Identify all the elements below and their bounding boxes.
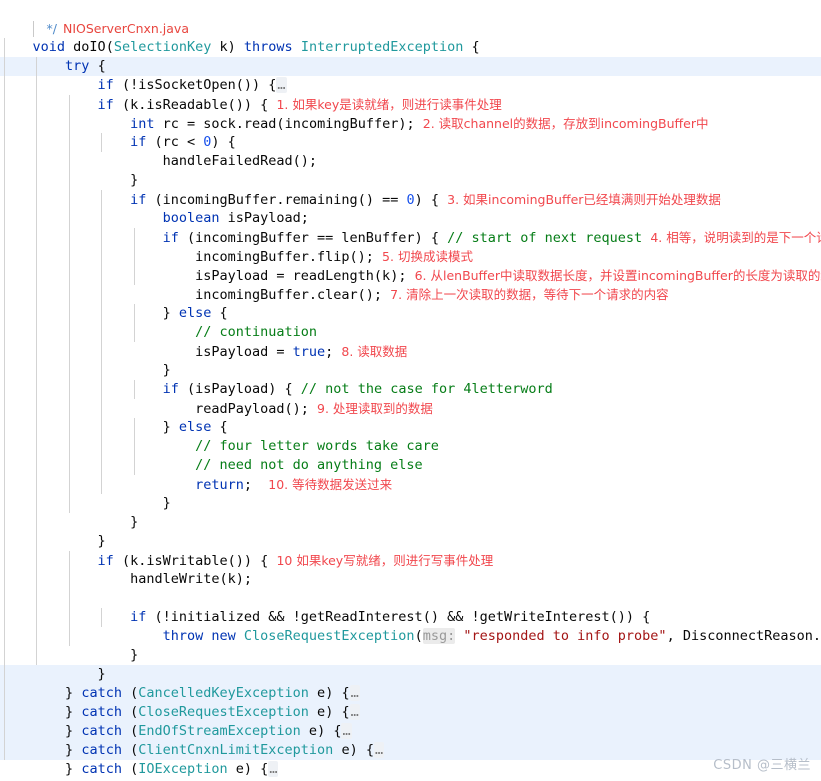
- code-editor[interactable]: */NIOServerCnxn.java void doIO(Selection…: [0, 0, 821, 781]
- annotation-5: 5. 切换成读模式: [382, 249, 473, 264]
- code-row-catch-cancelledkey[interactable]: } catch (CancelledKeyException e) {…: [0, 665, 821, 701]
- file-name-label: NIOServerCnxn.java: [62, 21, 189, 36]
- annotation-1: 1. 如果key是读就绪，则进行读事件处理: [276, 97, 502, 112]
- annotation-8: 8. 读取数据: [341, 344, 408, 359]
- annotation-7: 7. 清除上一次读取的数据，等待下一个请求的内容: [390, 287, 669, 302]
- csdn-watermark: CSDN @三横兰: [713, 758, 811, 773]
- code-row-issocketopen[interactable]: if (!isSocketOpen()) {…: [0, 57, 821, 93]
- annotation-6: 6. 从lenBuffer中读取数据长度，并设置incomingBuffer的长…: [414, 268, 821, 283]
- annotation-3: 3. 如果incomingBuffer已经填满则开始处理数据: [447, 192, 721, 207]
- annotation-4: 4. 相等，说明读到的是下一个请求的长度值: [650, 230, 821, 245]
- annotation-10: 10. 等待数据发送过来: [268, 477, 393, 492]
- comment-close-marker: */: [46, 21, 57, 36]
- annotation-2: 2. 读取channel的数据，存放到incomingBuffer中: [422, 116, 709, 131]
- code-row-iswritable[interactable]: if (k.isWritable()) { 10 如果key写就绪，则进行写事件…: [0, 532, 821, 569]
- code-row-initialized-check[interactable]: if (!initialized && !getReadInterest() &…: [0, 589, 821, 625]
- annotation-9: 9. 处理读取到的数据: [317, 401, 433, 416]
- annotation-11: 10 如果key写就绪，则进行写事件处理: [276, 553, 494, 568]
- breadcrumb-line: */ NIOServerCnxn.java: [0, 0, 821, 37]
